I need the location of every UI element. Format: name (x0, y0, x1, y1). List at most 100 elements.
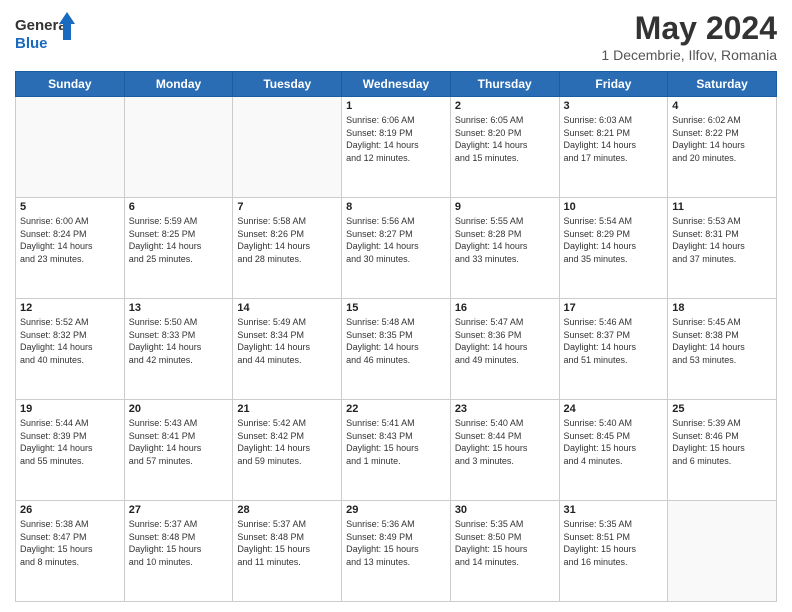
calendar-cell: 26 Sunrise: 5:38 AM Sunset: 8:47 PM Dayli… (16, 501, 125, 602)
calendar-cell: 4 Sunrise: 6:02 AM Sunset: 8:22 PM Daylig… (668, 97, 777, 198)
day-info: Sunrise: 5:59 AM Sunset: 8:25 PM Dayligh… (129, 215, 229, 265)
day-number: 24 (564, 403, 664, 415)
weekday-header: Thursday (450, 72, 559, 97)
calendar-cell: 17 Sunrise: 5:46 AM Sunset: 8:37 PM Dayli… (559, 299, 668, 400)
calendar-cell: 10Sunrise: 5:54 AM Sunset: 8:29 PM Dayli… (559, 198, 668, 299)
day-number: 7 (237, 201, 337, 213)
title-block: May 2024 1 Decembrie, Ilfov, Romania (601, 10, 777, 63)
svg-text:Blue: Blue (15, 35, 48, 52)
day-number: 8 (346, 201, 446, 213)
weekday-header-row: SundayMondayTuesdayWednesdayThursdayFrid… (16, 72, 777, 97)
calendar-cell: 7Sunrise: 5:58 AM Sunset: 8:26 PM Daylig… (233, 198, 342, 299)
day-number: 14 (237, 302, 337, 314)
calendar-cell: 16Sunrise: 5:47 AM Sunset: 8:36 PM Dayli… (450, 299, 559, 400)
calendar-week-row: 19 Sunrise: 5:44 AM Sunset: 8:39 PM Dayli… (16, 400, 777, 501)
day-info: Sunrise: 5:53 AM Sunset: 8:31 PM Dayligh… (672, 215, 772, 265)
day-number: 20 (129, 403, 229, 415)
day-info: Sunrise: 5:48 AM Sunset: 8:35 PM Dayligh… (346, 316, 446, 366)
calendar-cell: 23Sunrise: 5:40 AM Sunset: 8:44 PM Dayli… (450, 400, 559, 501)
day-info: Sunrise: 5:39 AM Sunset: 8:46 PM Dayligh… (672, 417, 772, 467)
day-info: Sunrise: 5:35 AM Sunset: 8:50 PM Dayligh… (455, 518, 555, 568)
calendar-cell: 20 Sunrise: 5:43 AM Sunset: 8:41 PM Dayli… (124, 400, 233, 501)
day-info: Sunrise: 5:50 AM Sunset: 8:33 PM Dayligh… (129, 316, 229, 366)
calendar-cell: 27Sunrise: 5:37 AM Sunset: 8:48 PM Dayli… (124, 501, 233, 602)
calendar-cell: 8 Sunrise: 5:56 AM Sunset: 8:27 PM Daylig… (342, 198, 451, 299)
day-number: 29 (346, 504, 446, 516)
calendar-week-row: 26 Sunrise: 5:38 AM Sunset: 8:47 PM Dayli… (16, 501, 777, 602)
calendar-cell: 6Sunrise: 5:59 AM Sunset: 8:25 PM Daylig… (124, 198, 233, 299)
weekday-header: Tuesday (233, 72, 342, 97)
calendar-cell: 3 Sunrise: 6:03 AM Sunset: 8:21 PM Daylig… (559, 97, 668, 198)
day-info: Sunrise: 5:36 AM Sunset: 8:49 PM Dayligh… (346, 518, 446, 568)
day-info: Sunrise: 5:55 AM Sunset: 8:28 PM Dayligh… (455, 215, 555, 265)
day-number: 30 (455, 504, 555, 516)
calendar-cell: 30 Sunrise: 5:35 AM Sunset: 8:50 PM Dayli… (450, 501, 559, 602)
day-number: 4 (672, 100, 772, 112)
calendar-cell: 11Sunrise: 5:53 AM Sunset: 8:31 PM Dayli… (668, 198, 777, 299)
day-number: 23 (455, 403, 555, 415)
day-number: 28 (237, 504, 337, 516)
calendar-cell: 19 Sunrise: 5:44 AM Sunset: 8:39 PM Dayli… (16, 400, 125, 501)
day-number: 18 (672, 302, 772, 314)
day-number: 19 (20, 403, 120, 415)
weekday-header: Saturday (668, 72, 777, 97)
day-info: Sunrise: 5:40 AM Sunset: 8:45 PM Dayligh… (564, 417, 664, 467)
day-number: 22 (346, 403, 446, 415)
day-number: 21 (237, 403, 337, 415)
page: General Blue May 2024 1 Decembrie, Ilfov… (0, 0, 792, 612)
day-info: Sunrise: 5:41 AM Sunset: 8:43 PM Dayligh… (346, 417, 446, 467)
calendar-table: SundayMondayTuesdayWednesdayThursdayFrid… (15, 71, 777, 602)
day-info: Sunrise: 6:06 AM Sunset: 8:19 PM Dayligh… (346, 114, 446, 164)
calendar-cell: 1 Sunrise: 6:06 AM Sunset: 8:19 PM Daylig… (342, 97, 451, 198)
day-number: 5 (20, 201, 120, 213)
main-title: May 2024 (601, 10, 777, 47)
day-number: 2 (455, 100, 555, 112)
day-number: 9 (455, 201, 555, 213)
day-info: Sunrise: 5:52 AM Sunset: 8:32 PM Dayligh… (20, 316, 120, 366)
day-number: 10 (564, 201, 664, 213)
calendar-cell: 21Sunrise: 5:42 AM Sunset: 8:42 PM Dayli… (233, 400, 342, 501)
weekday-header: Friday (559, 72, 668, 97)
weekday-header: Wednesday (342, 72, 451, 97)
day-number: 26 (20, 504, 120, 516)
logo: General Blue (15, 10, 75, 54)
weekday-header: Monday (124, 72, 233, 97)
calendar-cell: 31Sunrise: 5:35 AM Sunset: 8:51 PM Dayli… (559, 501, 668, 602)
day-info: Sunrise: 5:56 AM Sunset: 8:27 PM Dayligh… (346, 215, 446, 265)
day-info: Sunrise: 5:44 AM Sunset: 8:39 PM Dayligh… (20, 417, 120, 467)
calendar-week-row: 12 Sunrise: 5:52 AM Sunset: 8:32 PM Dayli… (16, 299, 777, 400)
day-info: Sunrise: 6:03 AM Sunset: 8:21 PM Dayligh… (564, 114, 664, 164)
calendar-cell: 22 Sunrise: 5:41 AM Sunset: 8:43 PM Dayli… (342, 400, 451, 501)
day-info: Sunrise: 5:35 AM Sunset: 8:51 PM Dayligh… (564, 518, 664, 568)
day-number: 12 (20, 302, 120, 314)
day-info: Sunrise: 6:02 AM Sunset: 8:22 PM Dayligh… (672, 114, 772, 164)
day-info: Sunrise: 5:43 AM Sunset: 8:41 PM Dayligh… (129, 417, 229, 467)
day-info: Sunrise: 6:00 AM Sunset: 8:24 PM Dayligh… (20, 215, 120, 265)
header: General Blue May 2024 1 Decembrie, Ilfov… (15, 10, 777, 63)
day-info: Sunrise: 5:45 AM Sunset: 8:38 PM Dayligh… (672, 316, 772, 366)
calendar-cell: 5 Sunrise: 6:00 AM Sunset: 8:24 PM Daylig… (16, 198, 125, 299)
weekday-header: Sunday (16, 72, 125, 97)
calendar-cell: 15 Sunrise: 5:48 AM Sunset: 8:35 PM Dayli… (342, 299, 451, 400)
day-number: 16 (455, 302, 555, 314)
calendar-cell: 14 Sunrise: 5:49 AM Sunset: 8:34 PM Dayli… (233, 299, 342, 400)
calendar-cell (124, 97, 233, 198)
day-number: 1 (346, 100, 446, 112)
subtitle: 1 Decembrie, Ilfov, Romania (601, 47, 777, 63)
day-info: Sunrise: 5:49 AM Sunset: 8:34 PM Dayligh… (237, 316, 337, 366)
day-number: 3 (564, 100, 664, 112)
day-number: 17 (564, 302, 664, 314)
day-info: Sunrise: 5:38 AM Sunset: 8:47 PM Dayligh… (20, 518, 120, 568)
day-number: 15 (346, 302, 446, 314)
calendar-cell: 9 Sunrise: 5:55 AM Sunset: 8:28 PM Daylig… (450, 198, 559, 299)
calendar-cell: 29 Sunrise: 5:36 AM Sunset: 8:49 PM Dayli… (342, 501, 451, 602)
calendar-cell: 12 Sunrise: 5:52 AM Sunset: 8:32 PM Dayli… (16, 299, 125, 400)
calendar-cell: 13 Sunrise: 5:50 AM Sunset: 8:33 PM Dayli… (124, 299, 233, 400)
day-info: Sunrise: 5:46 AM Sunset: 8:37 PM Dayligh… (564, 316, 664, 366)
calendar-week-row: 5 Sunrise: 6:00 AM Sunset: 8:24 PM Daylig… (16, 198, 777, 299)
day-number: 13 (129, 302, 229, 314)
calendar-cell: 24 Sunrise: 5:40 AM Sunset: 8:45 PM Dayli… (559, 400, 668, 501)
calendar-cell: 18 Sunrise: 5:45 AM Sunset: 8:38 PM Dayli… (668, 299, 777, 400)
calendar-cell (668, 501, 777, 602)
calendar-cell: 25Sunrise: 5:39 AM Sunset: 8:46 PM Dayli… (668, 400, 777, 501)
